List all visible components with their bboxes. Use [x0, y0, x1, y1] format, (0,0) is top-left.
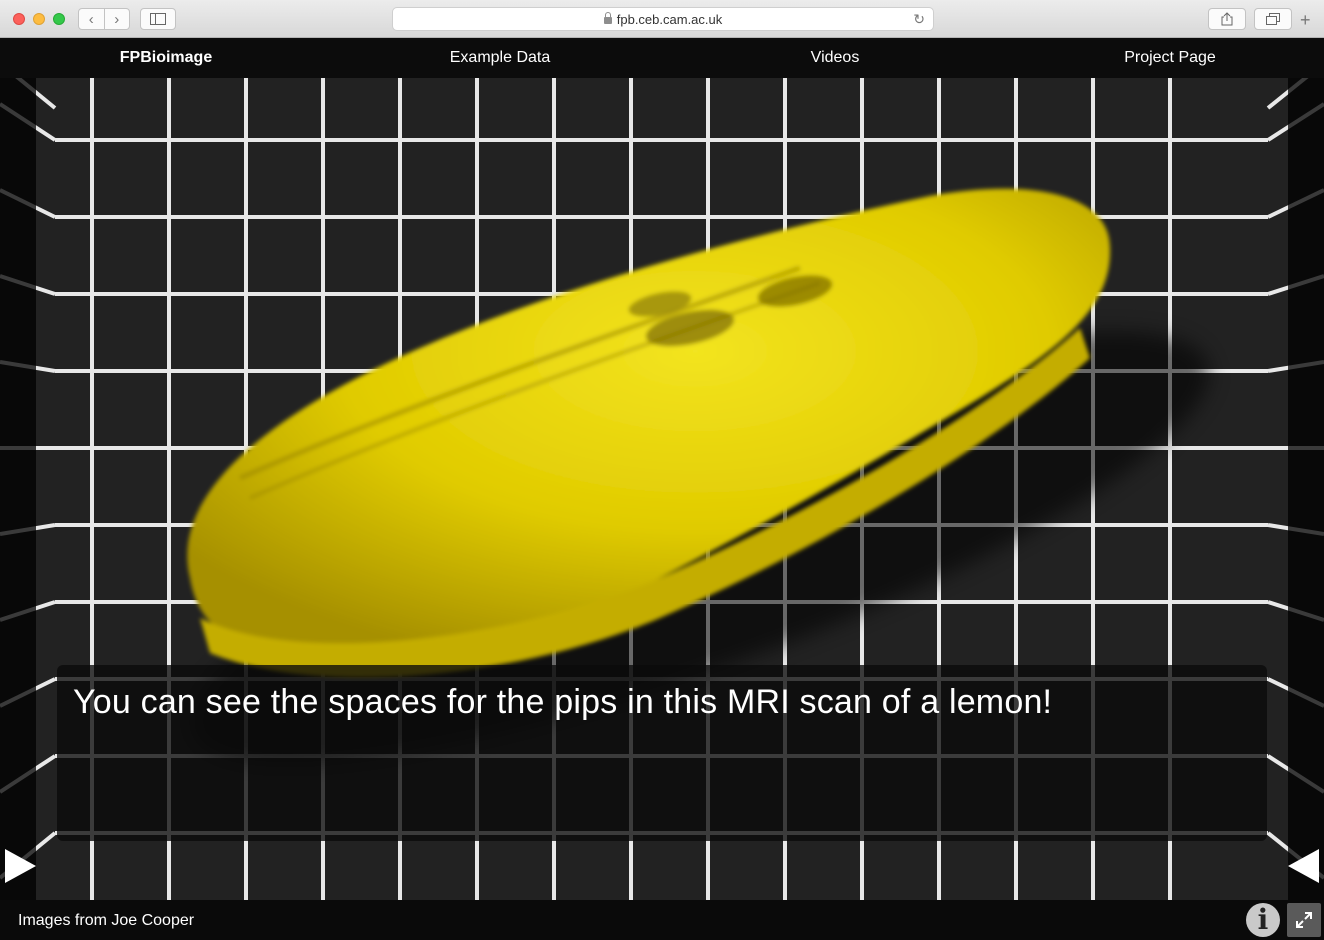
url-text: fpb.ceb.cam.ac.uk — [616, 11, 723, 27]
nav-example-data[interactable]: Example Data — [450, 49, 551, 67]
right-edge-shade — [1288, 78, 1324, 900]
info-icon[interactable]: i — [1246, 903, 1280, 937]
caption-text: You can see the spaces for the pips in t… — [73, 683, 1053, 721]
play-arrow-left-icon[interactable] — [5, 849, 36, 883]
minimize-window-button[interactable] — [33, 13, 45, 25]
tabs-overview-button[interactable] — [1254, 8, 1292, 30]
reload-icon[interactable]: ↻ — [913, 11, 925, 28]
sidebar-toggle-button[interactable] — [140, 8, 176, 30]
fullscreen-button[interactable] — [1287, 903, 1321, 937]
play-arrow-right-icon[interactable] — [1288, 849, 1319, 883]
close-window-button[interactable] — [13, 13, 25, 25]
tabs-icon — [1266, 13, 1280, 25]
volume-viewer[interactable]: You can see the spaces for the pips in t… — [0, 78, 1324, 900]
share-icon — [1221, 12, 1233, 26]
new-tab-icon[interactable]: + — [1300, 10, 1311, 31]
nav-project-page[interactable]: Project Page — [1124, 49, 1216, 67]
browser-toolbar: ‹ › fpb.ceb.cam.ac.uk ↻ + — [0, 0, 1324, 38]
nav-videos[interactable]: Videos — [811, 49, 860, 67]
caption-box: You can see the spaces for the pips in t… — [57, 665, 1267, 841]
history-nav: ‹ › — [78, 8, 130, 30]
viewer-footer: Images from Joe Cooper i — [0, 900, 1324, 940]
sidebar-icon — [150, 13, 166, 25]
address-bar[interactable]: fpb.ceb.cam.ac.uk ↻ — [392, 7, 934, 31]
forward-icon[interactable]: › — [105, 9, 130, 29]
site-nav: FPBioimage Example Data Videos Project P… — [0, 38, 1324, 78]
nav-brand[interactable]: FPBioimage — [120, 49, 212, 67]
image-credit: Images from Joe Cooper — [18, 912, 195, 929]
lock-icon — [603, 11, 612, 24]
share-button[interactable] — [1208, 8, 1246, 30]
lemon-scan — [187, 188, 1111, 678]
back-icon[interactable]: ‹ — [79, 9, 105, 29]
zoom-window-button[interactable] — [53, 13, 65, 25]
expand-icon — [1296, 912, 1312, 928]
left-edge-shade — [0, 78, 36, 900]
